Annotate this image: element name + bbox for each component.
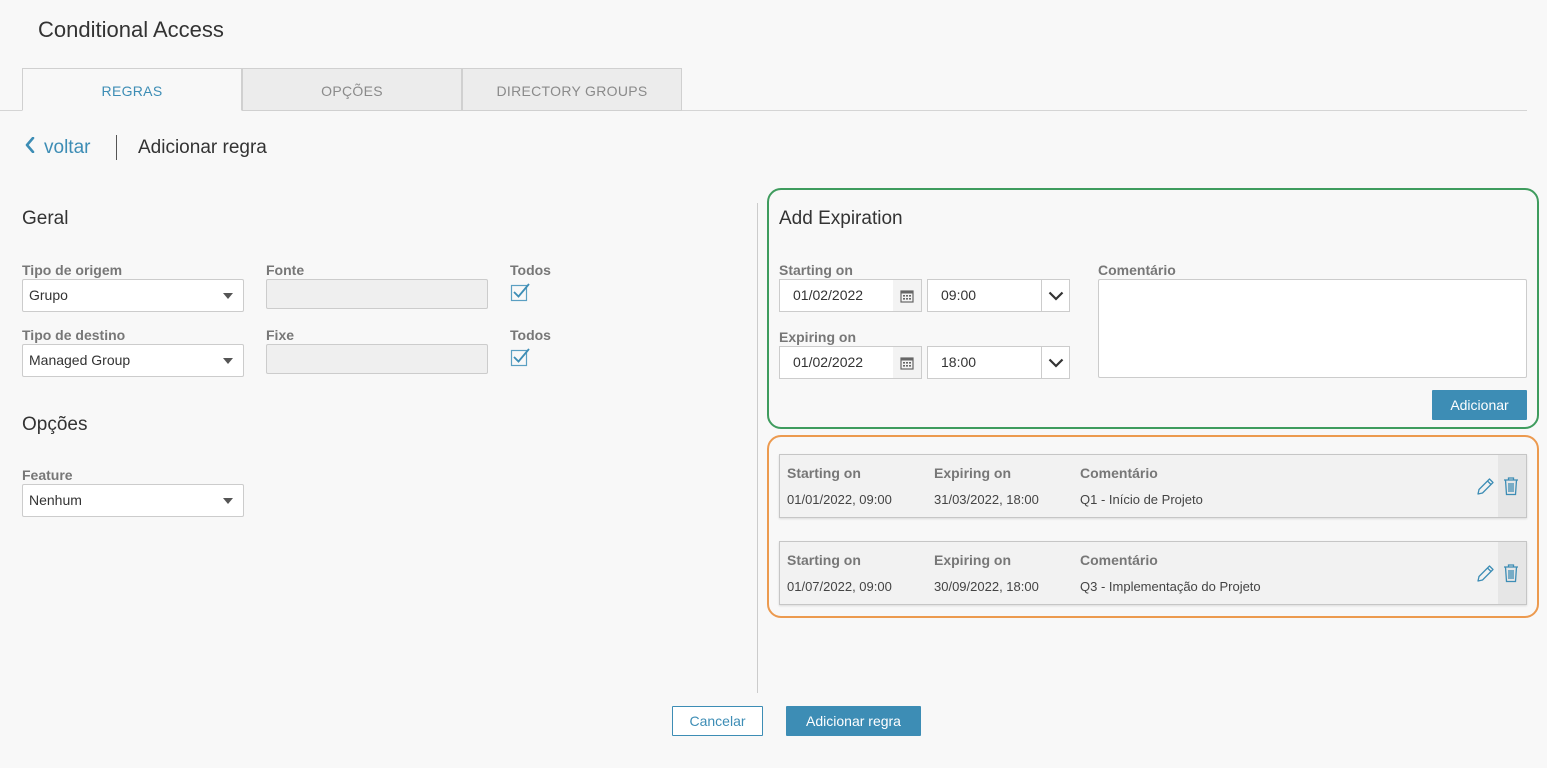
checkbox-checked-icon bbox=[510, 283, 530, 302]
fonte-label: Fonte bbox=[266, 262, 305, 278]
tipo-destino-value: Managed Group bbox=[29, 352, 131, 368]
expiring-calendar-button[interactable] bbox=[893, 346, 922, 379]
comment-value: Q1 - Início de Projeto bbox=[1080, 492, 1203, 507]
chevron-down-icon bbox=[1041, 347, 1069, 378]
starting-calendar-button[interactable] bbox=[893, 279, 922, 312]
caret-down-icon bbox=[223, 498, 233, 504]
tab-directory-groups[interactable]: DIRECTORY GROUPS bbox=[462, 68, 682, 111]
cancel-button[interactable]: Cancelar bbox=[672, 706, 763, 736]
feature-select[interactable]: Nenhum bbox=[22, 484, 244, 517]
expiring-time-select[interactable]: 18:00 bbox=[927, 346, 1070, 379]
page-title: Conditional Access bbox=[38, 17, 224, 42]
pencil-icon[interactable] bbox=[1474, 476, 1496, 503]
tab-regras[interactable]: REGRAS bbox=[22, 68, 242, 111]
starting-header: Starting on bbox=[787, 465, 861, 481]
list-item: Starting on Expiring on Comentário 01/07… bbox=[779, 541, 1527, 605]
comment-label: Comentário bbox=[1098, 262, 1176, 278]
caret-down-icon bbox=[223, 293, 233, 299]
chevron-left-icon bbox=[24, 136, 36, 159]
add-rule-button[interactable]: Adicionar regra bbox=[786, 706, 921, 736]
starting-date-input[interactable]: 01/02/2022 bbox=[779, 279, 894, 312]
expiring-time-value: 18:00 bbox=[941, 354, 977, 370]
expiring-date-input[interactable]: 01/02/2022 bbox=[779, 346, 894, 379]
tipo-destino-label: Tipo de destino bbox=[22, 327, 126, 343]
expiring-on-label: Expiring on bbox=[779, 329, 856, 345]
todos-label-2: Todos bbox=[510, 327, 551, 343]
todos-checkbox-2[interactable] bbox=[510, 347, 530, 367]
fixe-input bbox=[266, 344, 488, 374]
expiring-header: Expiring on bbox=[934, 465, 1011, 481]
todos-label-1: Todos bbox=[510, 262, 551, 278]
comment-textarea[interactable] bbox=[1098, 279, 1527, 378]
tipo-origem-label: Tipo de origem bbox=[22, 262, 123, 278]
expiration-title: Add Expiration bbox=[779, 208, 903, 229]
comment-header: Comentário bbox=[1080, 465, 1158, 481]
todos-checkbox-1[interactable] bbox=[510, 282, 530, 302]
row-actions bbox=[1498, 455, 1526, 517]
back-label: voltar bbox=[44, 137, 91, 158]
starting-time-value: 09:00 bbox=[941, 287, 977, 303]
tab-opcoes[interactable]: OPÇÕES bbox=[242, 68, 462, 111]
starting-value: 01/07/2022, 09:00 bbox=[787, 579, 892, 594]
calendar-icon bbox=[900, 356, 914, 370]
list-item: Starting on Expiring on Comentário 01/01… bbox=[779, 454, 1527, 518]
row-actions bbox=[1498, 542, 1526, 604]
starting-on-label: Starting on bbox=[779, 262, 853, 278]
caret-down-icon bbox=[223, 358, 233, 364]
trash-icon[interactable] bbox=[1502, 563, 1520, 588]
expiring-value: 31/03/2022, 18:00 bbox=[934, 492, 1039, 507]
feature-value: Nenhum bbox=[29, 492, 82, 508]
feature-label: Feature bbox=[22, 467, 73, 483]
tipo-origem-value: Grupo bbox=[29, 287, 68, 303]
back-link[interactable]: voltar bbox=[24, 136, 91, 159]
tipo-origem-select[interactable]: Grupo bbox=[22, 279, 244, 312]
expiring-header: Expiring on bbox=[934, 552, 1011, 568]
starting-value: 01/01/2022, 09:00 bbox=[787, 492, 892, 507]
fixe-label: Fixe bbox=[266, 327, 295, 343]
checkbox-checked-icon bbox=[510, 348, 530, 367]
column-divider bbox=[757, 203, 758, 693]
chevron-down-icon bbox=[1041, 280, 1069, 311]
comment-header: Comentário bbox=[1080, 552, 1158, 568]
trash-icon[interactable] bbox=[1502, 476, 1520, 501]
tipo-destino-select[interactable]: Managed Group bbox=[22, 344, 244, 377]
breadcrumb-separator bbox=[116, 135, 117, 160]
comment-value: Q3 - Implementação do Projeto bbox=[1080, 579, 1261, 594]
section-geral-title: Geral bbox=[22, 208, 69, 229]
calendar-icon bbox=[900, 289, 914, 303]
pencil-icon[interactable] bbox=[1474, 563, 1496, 590]
fonte-input bbox=[266, 279, 488, 309]
starting-header: Starting on bbox=[787, 552, 861, 568]
starting-time-select[interactable]: 09:00 bbox=[927, 279, 1070, 312]
expiring-value: 30/09/2022, 18:00 bbox=[934, 579, 1039, 594]
breadcrumb-title: Adicionar regra bbox=[138, 137, 267, 158]
section-opcoes-title: Opções bbox=[22, 414, 88, 435]
add-expiration-button[interactable]: Adicionar bbox=[1432, 390, 1527, 420]
